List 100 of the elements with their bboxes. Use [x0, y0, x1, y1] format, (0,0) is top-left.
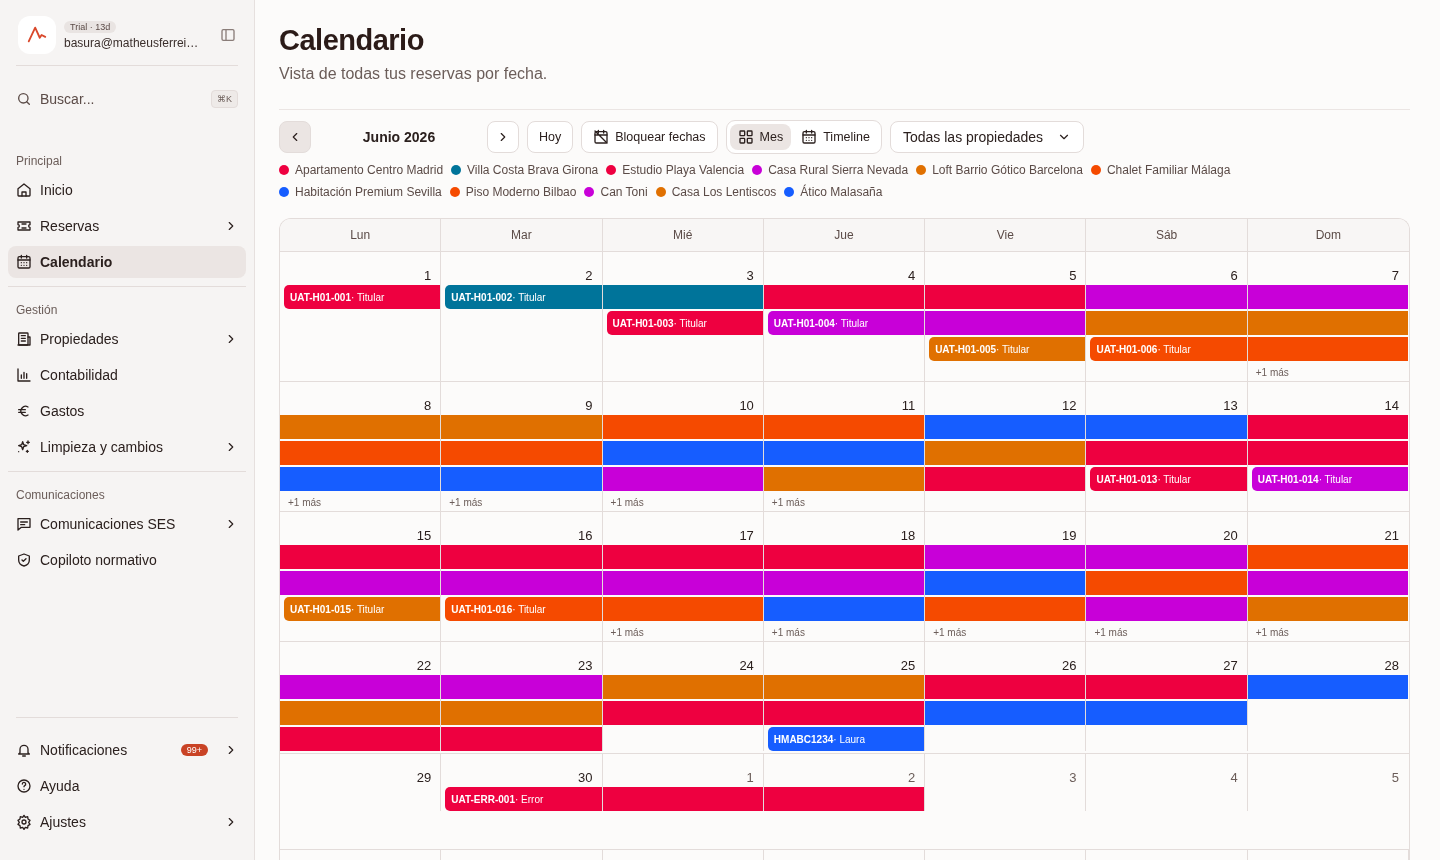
nav-item[interactable]: Ayuda — [8, 770, 246, 802]
booking-bar-segment[interactable] — [441, 701, 602, 725]
today-button[interactable]: Hoy — [527, 121, 574, 153]
booking-bar-segment[interactable] — [763, 441, 925, 465]
booking-bar[interactable]: UAT-H01-013· Titular — [1090, 467, 1247, 491]
booking-bar[interactable]: UAT-H01-014· Titular — [1251, 467, 1408, 491]
booking-bar-segment[interactable] — [602, 675, 763, 699]
booking-bar-segment[interactable] — [763, 571, 925, 595]
booking-bar-segment[interactable] — [925, 701, 1086, 725]
booking-bar-segment[interactable] — [1086, 597, 1247, 621]
booking-bar-segment[interactable] — [925, 311, 1086, 335]
booking-bar-segment[interactable] — [925, 597, 1086, 621]
nav-item[interactable]: Comunicaciones SES — [8, 508, 246, 540]
booking-bar[interactable]: UAT-H01-001· Titular — [284, 285, 441, 309]
booking-bar-segment[interactable] — [1086, 545, 1247, 569]
booking-bar-segment[interactable] — [925, 571, 1086, 595]
sidebar-toggle[interactable] — [220, 27, 236, 43]
booking-bar-segment[interactable] — [1247, 675, 1408, 699]
booking-bar-segment[interactable] — [1247, 571, 1408, 595]
more-link[interactable]: +1 más — [1086, 626, 1248, 638]
nav-item[interactable]: Gastos — [8, 395, 246, 427]
previous-month-button[interactable] — [279, 121, 311, 153]
booking-bar-segment[interactable] — [1247, 415, 1408, 439]
booking-bar-segment[interactable] — [441, 467, 602, 491]
more-link[interactable]: +1 más — [280, 496, 442, 508]
nav-item[interactable]: Propiedades — [8, 323, 246, 355]
booking-bar-segment[interactable] — [602, 597, 763, 621]
booking-bar-segment[interactable] — [280, 415, 441, 439]
booking-bar-segment[interactable] — [1086, 285, 1247, 309]
booking-bar-segment[interactable] — [1086, 701, 1247, 725]
booking-bar-segment[interactable] — [925, 467, 1086, 491]
booking-bar-segment[interactable] — [602, 415, 763, 439]
booking-bar-segment[interactable] — [280, 701, 441, 725]
booking-bar-segment[interactable] — [602, 285, 763, 309]
booking-bar-segment[interactable] — [763, 701, 925, 725]
booking-bar-segment[interactable] — [763, 415, 925, 439]
booking-bar-segment[interactable] — [925, 285, 1086, 309]
booking-bar-segment[interactable] — [925, 545, 1086, 569]
more-link[interactable]: +1 más — [1247, 366, 1409, 378]
booking-bar-segment[interactable] — [763, 545, 925, 569]
booking-bar-segment[interactable] — [441, 545, 602, 569]
nav-item[interactable]: Inicio — [8, 174, 246, 206]
booking-bar-segment[interactable] — [1247, 285, 1408, 309]
view-tab[interactable]: Mes — [729, 124, 792, 150]
booking-bar-segment[interactable] — [1086, 675, 1247, 699]
booking-bar-segment[interactable] — [441, 441, 602, 465]
more-link[interactable]: +1 más — [441, 496, 603, 508]
nav-item[interactable]: Ajustes — [8, 806, 246, 838]
booking-bar-segment[interactable] — [1247, 337, 1408, 361]
more-link[interactable]: +1 más — [763, 626, 926, 638]
booking-bar-segment[interactable] — [925, 441, 1086, 465]
booking-bar[interactable]: UAT-H01-006· Titular — [1090, 337, 1247, 361]
booking-bar-segment[interactable] — [602, 467, 763, 491]
more-link[interactable]: +1 más — [1247, 626, 1409, 638]
next-month-button[interactable] — [487, 121, 519, 153]
booking-bar-segment[interactable] — [280, 467, 441, 491]
booking-bar-segment[interactable] — [1086, 415, 1247, 439]
nav-item[interactable]: Limpieza y cambios — [8, 431, 246, 463]
booking-bar[interactable]: UAT-H01-016· Titular — [445, 597, 602, 621]
booking-bar-segment[interactable] — [1086, 571, 1247, 595]
booking-bar-segment[interactable] — [602, 787, 763, 811]
booking-bar-segment[interactable] — [280, 545, 441, 569]
booking-bar-segment[interactable] — [441, 415, 602, 439]
booking-bar-segment[interactable] — [602, 571, 763, 595]
booking-bar-segment[interactable] — [1247, 441, 1408, 465]
more-link[interactable]: +1 más — [763, 496, 926, 508]
booking-bar-segment[interactable] — [763, 675, 925, 699]
nav-item[interactable]: Calendario — [8, 246, 246, 278]
booking-bar-segment[interactable] — [1247, 597, 1408, 621]
booking-bar-segment[interactable] — [1247, 545, 1408, 569]
booking-bar-segment[interactable] — [925, 675, 1086, 699]
booking-bar-segment[interactable] — [1247, 311, 1408, 335]
nav-item[interactable]: Copiloto normativo — [8, 544, 246, 576]
booking-bar-segment[interactable] — [1086, 441, 1247, 465]
booking-bar[interactable]: HMABC1234· Laura — [767, 727, 925, 751]
booking-bar-segment[interactable] — [763, 285, 925, 309]
booking-bar-segment[interactable] — [1086, 311, 1247, 335]
nav-item[interactable]: Reservas — [8, 210, 246, 242]
booking-bar-segment[interactable] — [602, 701, 763, 725]
booking-bar-segment[interactable] — [763, 787, 925, 811]
booking-bar-segment[interactable] — [280, 571, 441, 595]
booking-bar-segment[interactable] — [763, 597, 925, 621]
booking-bar[interactable]: UAT-H01-002· Titular — [445, 285, 602, 309]
more-link[interactable]: +1 más — [602, 496, 764, 508]
block-dates-button[interactable]: Bloquear fechas — [581, 121, 718, 153]
booking-bar[interactable]: UAT-H01-003· Titular — [606, 311, 763, 335]
nav-item[interactable]: Notificaciones 99+ — [8, 734, 246, 766]
booking-bar-segment[interactable] — [602, 441, 763, 465]
property-dropdown[interactable]: Todas las propiedades — [890, 121, 1085, 153]
view-tab[interactable]: Timeline — [793, 124, 878, 150]
booking-bar-segment[interactable] — [441, 727, 602, 751]
booking-bar[interactable]: UAT-H01-004· Titular — [767, 311, 925, 335]
search-button[interactable]: Buscar... ⌘K — [8, 86, 246, 112]
booking-bar[interactable]: UAT-ERR-001· Error — [445, 787, 602, 811]
app-logo[interactable] — [18, 16, 56, 54]
booking-bar-segment[interactable] — [280, 727, 441, 751]
booking-bar-segment[interactable] — [763, 467, 925, 491]
nav-item[interactable]: Contabilidad — [8, 359, 246, 391]
more-link[interactable]: +1 más — [602, 626, 764, 638]
booking-bar-segment[interactable] — [602, 545, 763, 569]
